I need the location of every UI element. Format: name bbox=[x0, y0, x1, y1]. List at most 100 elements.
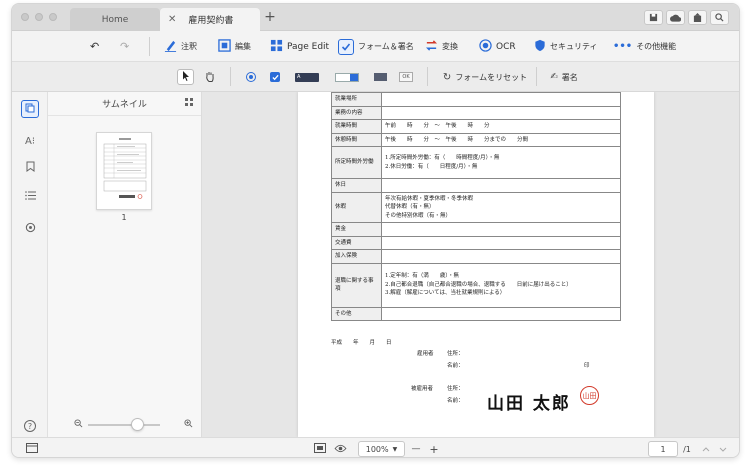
table-row: 休日 bbox=[331, 178, 621, 193]
tab-close-icon[interactable]: ✕ bbox=[168, 14, 176, 25]
formbar-divider bbox=[230, 67, 231, 86]
row-value[interactable] bbox=[381, 92, 621, 107]
zoom-out-button[interactable]: — bbox=[409, 442, 423, 456]
row-value[interactable] bbox=[381, 222, 621, 237]
sidebar-toggle-button[interactable] bbox=[25, 442, 39, 456]
row-label: 加入保険 bbox=[331, 249, 382, 264]
page-edit-button[interactable]: Page Edit bbox=[270, 38, 329, 55]
document-viewer[interactable]: 就業場所 業務の内容 就業時間 午前 時 分 ～ 午後 時 分休憩時間 午後 時 分 ～… bbox=[202, 92, 739, 437]
ocr-button[interactable]: OCR bbox=[479, 38, 516, 55]
checkbox-tool[interactable] bbox=[268, 69, 282, 85]
view-mode-button[interactable] bbox=[332, 442, 348, 456]
combo-box-tool[interactable] bbox=[334, 69, 360, 85]
text-field-tool[interactable]: A bbox=[294, 69, 320, 85]
titlebar-actions bbox=[644, 10, 729, 25]
radio-icon bbox=[246, 72, 256, 82]
zoom-in-icon[interactable] bbox=[184, 419, 193, 431]
ok-button-field: OK bbox=[399, 72, 413, 82]
form-checkbox-icon bbox=[338, 38, 354, 55]
outline-panel-button[interactable] bbox=[21, 188, 39, 206]
undo-button[interactable]: ↶ bbox=[90, 38, 99, 55]
zoom-out-icon[interactable] bbox=[74, 419, 83, 431]
row-value[interactable]: 年次有給休暇・夏季休暇・冬季休暇 代替休暇（有・無） その他特別休暇（有・無） bbox=[381, 191, 621, 224]
combo-box-icon bbox=[335, 72, 359, 82]
window-zoom-button[interactable] bbox=[49, 13, 57, 21]
row-value[interactable]: 午後 時 分 ～ 午後 時 分までの 分間 bbox=[381, 132, 621, 148]
row-label: 業務の内容 bbox=[331, 105, 382, 121]
row-value[interactable] bbox=[381, 249, 621, 264]
fit-page-button[interactable] bbox=[313, 442, 327, 456]
text-panel-button[interactable]: A⁝ bbox=[21, 132, 39, 150]
security-button[interactable]: セキュリティ bbox=[534, 38, 598, 55]
form-sign-button[interactable]: フォーム＆署名 bbox=[338, 38, 414, 55]
ocr-label: OCR bbox=[496, 41, 516, 52]
thumbnails-panel-button[interactable] bbox=[21, 100, 39, 118]
table-row: 加入保険 bbox=[331, 249, 621, 264]
radio-button-tool[interactable] bbox=[244, 69, 258, 85]
more-features-button[interactable]: ••• その他機能 bbox=[613, 38, 676, 55]
save-icon[interactable] bbox=[644, 10, 663, 25]
list-box-icon bbox=[373, 73, 387, 81]
new-tab-button[interactable]: + bbox=[260, 9, 280, 25]
row-value[interactable] bbox=[381, 235, 621, 251]
sign-button[interactable]: ✍ 署名 bbox=[546, 69, 582, 85]
convert-button[interactable]: 変換 bbox=[425, 38, 458, 55]
list-icon bbox=[24, 191, 36, 203]
table-row: 退職に関する事項 1.定年制：有（満 歳）・無 2.自己都合退職（自己都合退職の場… bbox=[331, 262, 621, 308]
zoom-in-button[interactable]: + bbox=[427, 442, 441, 456]
button-field-tool[interactable]: OK bbox=[397, 69, 415, 85]
next-page-button[interactable] bbox=[717, 442, 729, 456]
settings-panel-button[interactable] bbox=[21, 220, 39, 238]
row-value[interactable] bbox=[381, 306, 621, 322]
page-thumbnail[interactable] bbox=[96, 132, 152, 210]
help-icon: ? bbox=[24, 420, 36, 432]
current-page-input[interactable]: 1 bbox=[648, 441, 678, 457]
table-row: 賃金 bbox=[331, 222, 621, 237]
cloud-icon[interactable] bbox=[666, 10, 685, 25]
row-value[interactable]: 1.所定時間外労働：有（ 時間程度/月）・無 2.休日労働：有（ 日程度/月）・… bbox=[381, 146, 621, 180]
row-value[interactable] bbox=[381, 178, 621, 193]
text-format-icon: A⁝ bbox=[24, 135, 36, 147]
table-row: その他 bbox=[331, 306, 621, 322]
row-value[interactable]: 午前 時 分 ～ 午後 時 分 bbox=[381, 119, 621, 134]
chevron-down-icon: ▼ bbox=[392, 445, 398, 453]
prev-page-button[interactable] bbox=[700, 442, 712, 456]
grid-view-icon[interactable] bbox=[185, 98, 193, 109]
edit-button[interactable]: 編集 bbox=[218, 38, 251, 55]
redo-icon: ↷ bbox=[120, 40, 130, 53]
tab-home[interactable]: Home bbox=[70, 8, 160, 31]
redo-button[interactable]: ↷ bbox=[120, 38, 129, 55]
tab-document[interactable]: ✕ 雇用契約書 bbox=[160, 8, 260, 31]
edit-label: 編集 bbox=[235, 42, 251, 51]
employee-address-label: 住所： bbox=[447, 386, 464, 392]
thumbnail-zoom-slider[interactable] bbox=[88, 424, 160, 426]
employer-label: 雇用者 bbox=[417, 351, 434, 357]
search-icon[interactable] bbox=[710, 10, 729, 25]
annotate-button[interactable]: 注釈 bbox=[164, 38, 197, 55]
thumbnail-zoom-knob[interactable] bbox=[131, 418, 144, 431]
hanko-stamp[interactable]: 山田 bbox=[580, 386, 599, 405]
undo-icon: ↶ bbox=[90, 40, 100, 53]
row-value[interactable]: 1.定年制：有（満 歳）・無 2.自己都合退職（自己都合退職の場合、退職する 日… bbox=[381, 262, 621, 308]
signature-name[interactable]: 山田 太郎 bbox=[487, 389, 571, 414]
security-label: セキュリティ bbox=[550, 42, 598, 51]
table-row: 休暇 年次有給休暇・夏季休暇・冬季休暇 代替休暇（有・無） その他特別休暇（有・無… bbox=[331, 191, 621, 224]
date-line: 平成 年 月 日 bbox=[331, 340, 392, 346]
select-tool-button[interactable] bbox=[177, 69, 194, 85]
window-close-button[interactable] bbox=[21, 13, 29, 21]
help-button[interactable]: ? bbox=[21, 417, 39, 435]
window-minimize-button[interactable] bbox=[35, 13, 43, 21]
bookmark-panel-button[interactable] bbox=[21, 159, 39, 177]
row-label: 休憩時間 bbox=[331, 132, 382, 148]
reset-form-button[interactable]: ↻ フォームをリセット bbox=[442, 69, 528, 85]
list-box-tool[interactable] bbox=[372, 69, 388, 85]
hand-icon bbox=[205, 71, 215, 84]
sidebar-toggle-icon bbox=[26, 443, 38, 455]
table-row: 交通費 bbox=[331, 235, 621, 251]
zoom-select[interactable]: 100% ▼ bbox=[358, 441, 405, 457]
table-row: 就業時間 午前 時 分 ～ 午後 時 分 bbox=[331, 119, 621, 134]
title-bar: Home ✕ 雇用契約書 + bbox=[12, 4, 739, 31]
hand-tool-button[interactable] bbox=[202, 69, 218, 85]
share-icon[interactable] bbox=[688, 10, 707, 25]
row-value[interactable] bbox=[381, 105, 621, 121]
